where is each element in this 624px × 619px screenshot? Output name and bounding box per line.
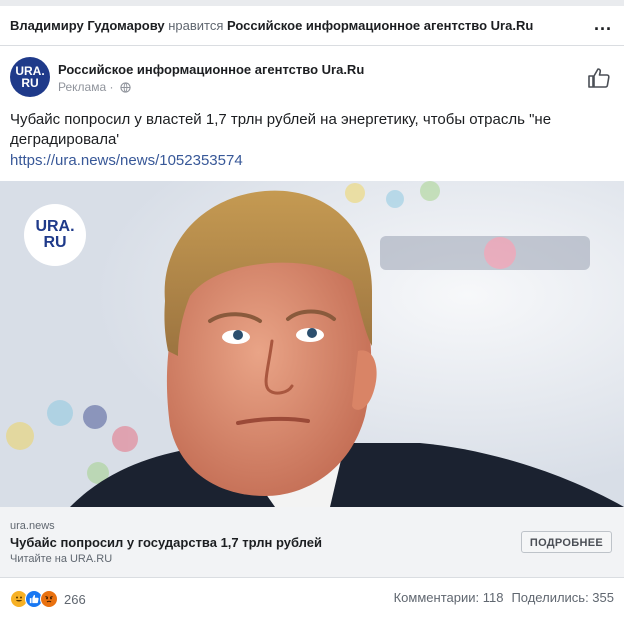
- reactions-summary[interactable]: 266: [10, 590, 86, 608]
- globe-icon: [120, 82, 131, 96]
- actor-name[interactable]: Владимиру Гудомарову: [10, 18, 165, 33]
- story-header: Владимиру Гудомарову нравится Российское…: [0, 6, 624, 46]
- story-header-text: Владимиру Гудомарову нравится Российское…: [10, 18, 533, 33]
- post-text: Чубайс попросил у властей 1,7 трлн рубле…: [10, 111, 552, 148]
- reaction-count: 266: [64, 591, 86, 607]
- portrait-illustration: [0, 181, 624, 507]
- page-avatar[interactable]: URA.RU: [10, 57, 50, 97]
- post-page-name[interactable]: Российское информационное агентство Ura.…: [58, 62, 364, 77]
- liked-page-name[interactable]: Российское информационное агентство Ura.…: [227, 18, 533, 33]
- sponsored-line: Реклама ·: [58, 80, 131, 96]
- ura-logo-text: URA.RU: [35, 218, 75, 251]
- avatar-logo-text: URA.RU: [15, 64, 45, 90]
- comments-count[interactable]: Комментарии: 118: [394, 590, 504, 605]
- link-caption: Читайте на URA.RU: [10, 553, 113, 565]
- angry-reaction-icon: [40, 590, 58, 608]
- thumbs-up-icon: [587, 68, 611, 94]
- link-preview[interactable]: ura.news Чубайс попросил у государства 1…: [0, 507, 624, 578]
- story-verb: нравится: [168, 18, 224, 33]
- post-link[interactable]: https://ura.news/news/1052353574: [10, 152, 243, 169]
- shares-count[interactable]: Поделились: 355: [511, 590, 614, 605]
- post-footer: 266 Комментарии: 118 Поделились: 355: [0, 578, 624, 619]
- link-domain: ura.news: [10, 520, 55, 532]
- ura-logo-badge: URA.RU: [24, 204, 86, 266]
- link-title[interactable]: Чубайс попросил у государства 1,7 трлн р…: [10, 535, 322, 550]
- post-photo[interactable]: URA.RU: [0, 181, 624, 507]
- sponsored-label: Реклама ·: [58, 80, 114, 94]
- learn-more-button[interactable]: ПОДРОБНЕЕ: [520, 531, 612, 553]
- more-options-button[interactable]: ...: [594, 14, 612, 35]
- like-page-button[interactable]: [587, 66, 611, 95]
- more-horizontal-icon: ...: [593, 14, 612, 34]
- engagement-stats: Комментарии: 118 Поделились: 355: [394, 590, 614, 605]
